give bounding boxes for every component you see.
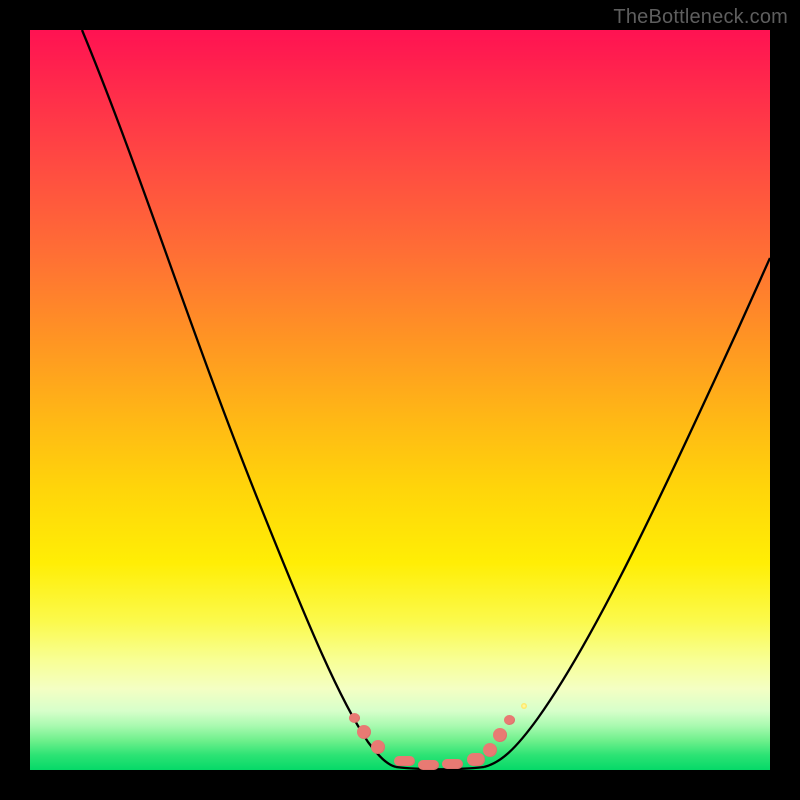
valley-marker <box>442 759 463 769</box>
bottleneck-curve <box>30 30 770 770</box>
valley-marker <box>418 760 439 770</box>
spark-icon <box>521 703 527 709</box>
curve-right-arm <box>484 258 770 767</box>
valley-marker <box>467 753 485 766</box>
curve-left-arm <box>82 30 396 767</box>
valley-marker <box>394 756 415 766</box>
curve-valley <box>396 767 484 769</box>
chart-container: TheBottleneck.com <box>0 0 800 800</box>
valley-marker <box>483 743 497 757</box>
plot-area <box>30 30 770 770</box>
valley-marker <box>504 715 515 725</box>
valley-marker <box>357 725 371 739</box>
valley-marker <box>349 713 360 723</box>
valley-marker <box>493 728 507 742</box>
valley-marker <box>371 740 385 754</box>
watermark-text: TheBottleneck.com <box>613 6 788 29</box>
